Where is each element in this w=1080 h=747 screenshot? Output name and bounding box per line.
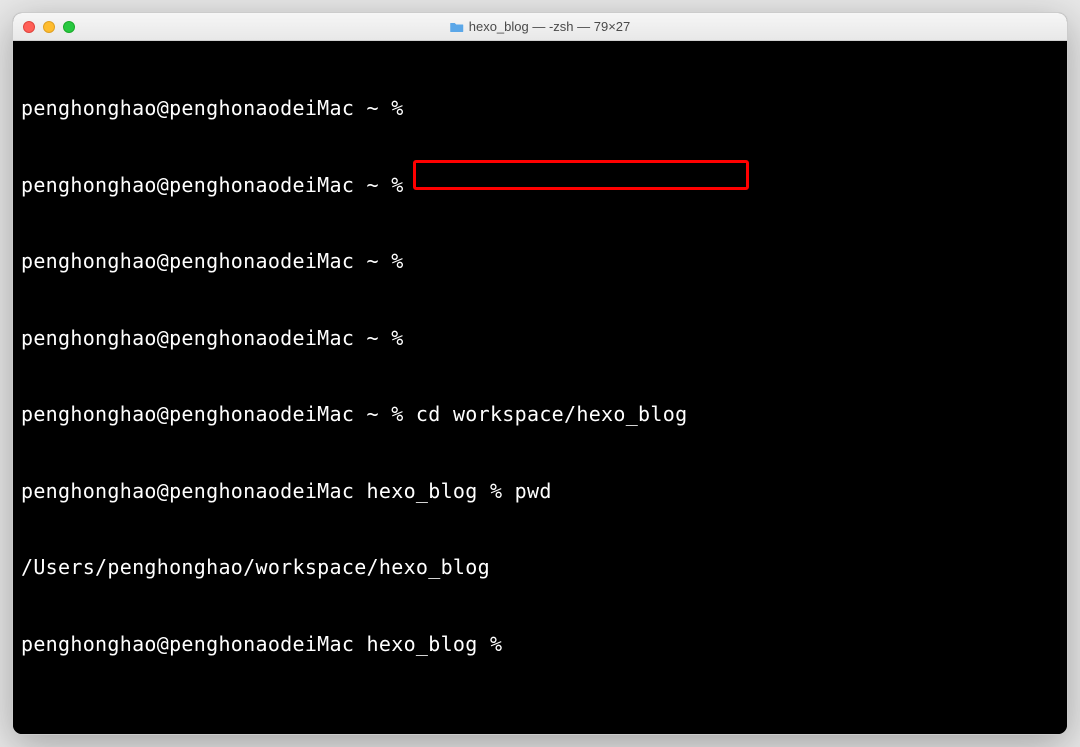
titlebar[interactable]: hexo_blog — -zsh — 79×27 (13, 13, 1067, 41)
close-button[interactable] (23, 21, 35, 33)
output: /Users/penghonghao/workspace/hexo_blog (21, 555, 490, 579)
maximize-button[interactable] (63, 21, 75, 33)
terminal-line: penghonghao@penghonaodeiMac hexo_blog % … (21, 479, 1059, 505)
minimize-button[interactable] (43, 21, 55, 33)
prompt: penghonghao@penghonaodeiMac ~ % (21, 173, 404, 197)
terminal-line: penghonghao@penghonaodeiMac ~ % (21, 326, 1059, 352)
terminal-line: penghonghao@penghonaodeiMac ~ % (21, 249, 1059, 275)
prompt: penghonghao@penghonaodeiMac ~ % (21, 249, 404, 273)
terminal-content[interactable]: penghonghao@penghonaodeiMac ~ % penghong… (13, 41, 1067, 734)
terminal-line: penghonghao@penghonaodeiMac ~ % cd works… (21, 402, 1059, 428)
window-title-container: hexo_blog — -zsh — 79×27 (450, 19, 631, 34)
command: pwd (515, 479, 552, 503)
prompt: penghonghao@penghonaodeiMac ~ % (21, 326, 404, 350)
terminal-line: penghonghao@penghonaodeiMac ~ % (21, 96, 1059, 122)
prompt: penghonghao@penghonaodeiMac hexo_blog % (21, 479, 502, 503)
terminal-window: hexo_blog — -zsh — 79×27 penghonghao@pen… (12, 12, 1068, 735)
prompt: penghonghao@penghonaodeiMac hexo_blog % (21, 632, 502, 656)
window-title: hexo_blog — -zsh — 79×27 (469, 19, 631, 34)
prompt: penghonghao@penghonaodeiMac ~ % (21, 402, 404, 426)
command: cd workspace/hexo_blog (416, 402, 688, 426)
terminal-line: /Users/penghonghao/workspace/hexo_blog (21, 555, 1059, 581)
terminal-line: penghonghao@penghonaodeiMac ~ % (21, 173, 1059, 199)
prompt: penghonghao@penghonaodeiMac ~ % (21, 96, 404, 120)
traffic-lights (23, 21, 75, 33)
folder-icon (450, 21, 464, 33)
terminal-line: penghonghao@penghonaodeiMac hexo_blog % (21, 632, 1059, 658)
